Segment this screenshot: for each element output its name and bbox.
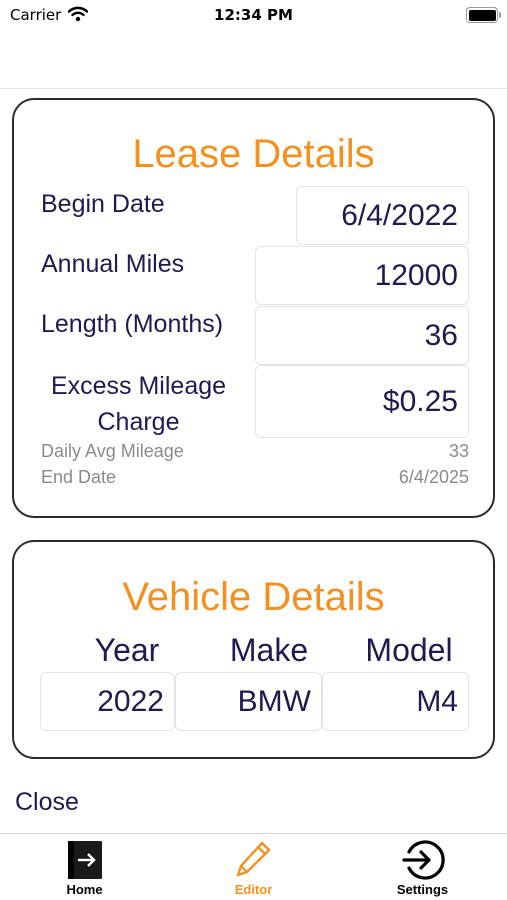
tab-home[interactable]: Home [0,834,169,900]
begin-date-label: Begin Date [41,190,165,218]
end-date-value: 6/4/2025 [398,467,469,487]
year-field[interactable]: 2022 [40,672,175,731]
annual-miles-label: Annual Miles [41,250,185,278]
model-field[interactable]: M4 [322,672,469,731]
excess-mileage-field[interactable]: $0.25 [255,365,469,438]
pencil-icon [232,840,276,880]
model-header: Model [365,632,453,668]
tab-editor[interactable]: Editor [169,834,338,900]
daily-avg-mileage-value: 33 [448,441,469,461]
tab-home-label: Home [66,882,103,897]
excess-mileage-label: Excess Mileage Charge [41,368,236,440]
length-months-label: Length (Months) [41,310,224,338]
tab-editor-label: Editor [234,882,273,897]
lease-details-card: Lease Details Begin Date 6/4/2022 Annual… [12,98,495,518]
excess-mileage-label-line1: Excess Mileage [50,372,227,400]
status-time: 12:34 PM [214,6,293,24]
tab-settings[interactable]: Settings [338,834,507,900]
vehicle-details-title: Vehicle Details [122,575,385,619]
daily-avg-mileage-label: Daily Avg Mileage [41,441,184,461]
vehicle-details-card: Vehicle Details Year Make Model 2022 BMW… [12,540,495,759]
begin-date-field[interactable]: 6/4/2022 [296,186,469,245]
close-button[interactable]: Close [15,788,79,817]
annual-miles-field[interactable]: 12000 [255,246,469,305]
excess-mileage-label-line2: Charge [97,408,180,436]
battery-icon [466,7,498,23]
tab-bar: Home Editor Settings [0,833,507,900]
tab-settings-label: Settings [396,882,449,897]
door-exit-icon [63,840,107,880]
header-divider [0,88,507,89]
lease-details-title: Lease Details [132,132,375,176]
circle-arrow-icon [401,840,445,880]
status-bar: Carrier 12:34 PM [0,0,507,32]
length-months-field[interactable]: 36 [255,306,469,365]
end-date-label: End Date [41,467,117,487]
make-field[interactable]: BMW [175,672,322,731]
